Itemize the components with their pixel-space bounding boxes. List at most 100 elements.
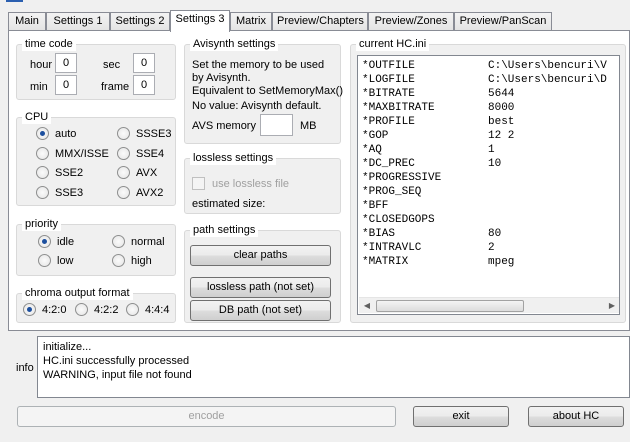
cpu-radio-mmx-isse[interactable]: MMX/ISSE: [36, 147, 109, 160]
avs-memory-label: AVS memory: [192, 120, 256, 132]
ini-value: 8000: [488, 102, 515, 114]
ini-key: *BFF: [362, 200, 389, 212]
priority-group: priority: [16, 217, 176, 276]
path-title: path settings: [190, 223, 259, 237]
ini-value: 10: [488, 158, 502, 170]
exit-button[interactable]: exit: [413, 406, 509, 427]
radio-indicator: [112, 235, 125, 248]
tab-settings-3[interactable]: Settings 3: [170, 10, 230, 32]
ini-value: C:\Users\bencuri\D: [488, 74, 607, 86]
cpu-sse3-label: SSE3: [55, 186, 84, 199]
priority-idle-label: idle: [57, 235, 75, 248]
scroll-right-icon[interactable]: ▶: [604, 298, 619, 314]
chroma-420-label: 4:2:0: [42, 303, 67, 316]
scroll-thumb[interactable]: [376, 300, 524, 312]
hour-input[interactable]: 0: [55, 53, 77, 73]
tab-matrix[interactable]: Matrix: [230, 12, 272, 31]
cpu-title: CPU: [22, 110, 52, 124]
ini-horizontal-scrollbar[interactable]: ◀ ▶: [359, 297, 619, 314]
priority-radio-idle[interactable]: idle: [38, 235, 74, 248]
radio-indicator: [75, 303, 88, 316]
ini-key: *BITRATE: [362, 88, 415, 100]
priority-radio-high[interactable]: high: [112, 254, 152, 267]
cpu-radio-sse3[interactable]: SSE3: [36, 186, 83, 199]
radio-indicator: [36, 147, 49, 160]
priority-normal-label: normal: [131, 235, 165, 248]
priority-radio-low[interactable]: low: [38, 254, 74, 267]
radio-indicator: [117, 127, 130, 140]
ini-key: *LOGFILE: [362, 74, 415, 86]
radio-indicator: [36, 127, 49, 140]
about-hc-button[interactable]: about HC: [528, 406, 624, 427]
avisynth-desc-line2: by Avisynth.: [192, 72, 251, 84]
estimated-size-label: estimated size:: [192, 198, 266, 210]
info-line: WARNING, input file not found: [43, 369, 192, 381]
encode-button[interactable]: encode: [17, 406, 396, 427]
cpu-radio-auto[interactable]: auto: [36, 127, 76, 140]
ini-title: current HC.ini: [356, 37, 430, 51]
tab-settings-1[interactable]: Settings 1: [46, 12, 110, 31]
cpu-avx-label: AVX: [136, 166, 158, 179]
info-log-box[interactable]: initialize... HC.ini successfully proces…: [37, 336, 630, 398]
tab-settings-2[interactable]: Settings 2: [110, 12, 170, 31]
avisynth-title: Avisynth settings: [190, 37, 279, 51]
cpu-auto-label: auto: [55, 127, 77, 140]
cpu-radio-ssse3[interactable]: SSSE3: [117, 127, 171, 140]
cpu-sse4-label: SSE4: [136, 147, 165, 160]
ini-key: *GOP: [362, 130, 389, 142]
ini-value: mpeg: [488, 256, 515, 268]
cpu-radio-sse2[interactable]: SSE2: [36, 166, 83, 179]
db-path-button[interactable]: DB path (not set): [190, 300, 331, 321]
ini-key: *PROFILE: [362, 116, 415, 128]
radio-indicator: [126, 303, 139, 316]
ini-key: *DC_PREC: [362, 158, 415, 170]
ini-key: *PROG_SEQ: [362, 186, 422, 198]
tab-main[interactable]: Main: [8, 12, 46, 31]
avisynth-desc-line3: Equivalent to SetMemoryMax(): [192, 85, 343, 97]
frame-label: frame: [101, 81, 130, 93]
avisynth-desc-line1: Set the memory to be used: [192, 59, 325, 71]
chroma-radio-444[interactable]: 4:4:4: [126, 303, 169, 316]
cpu-mmx-label: MMX/ISSE: [55, 147, 109, 160]
ini-key: *OUTFILE: [362, 60, 415, 72]
ini-key: *MAXBITRATE: [362, 102, 435, 114]
tab-preview-panscan[interactable]: Preview/PanScan: [454, 12, 552, 31]
tab-preview-zones[interactable]: Preview/Zones: [368, 12, 454, 31]
chroma-radio-422[interactable]: 4:2:2: [75, 303, 118, 316]
avs-memory-input[interactable]: [260, 114, 293, 136]
lossless-path-button[interactable]: lossless path (not set): [190, 277, 331, 298]
chroma-radio-420[interactable]: 4:2:0: [23, 303, 66, 316]
timecode-title: time code: [22, 37, 76, 51]
tab-preview-chapters[interactable]: Preview/Chapters: [272, 12, 368, 31]
cpu-radio-sse4[interactable]: SSE4: [117, 147, 164, 160]
min-input[interactable]: 0: [55, 75, 77, 95]
radio-indicator: [117, 166, 130, 179]
cpu-ssse3-label: SSSE3: [136, 127, 172, 140]
chroma-422-label: 4:2:2: [94, 303, 119, 316]
sec-input[interactable]: 0: [133, 53, 155, 73]
scroll-left-icon[interactable]: ◀: [359, 298, 375, 314]
radio-indicator: [38, 235, 51, 248]
min-label: min: [30, 81, 48, 93]
ini-key: *PROGRESSIVE: [362, 172, 442, 184]
ini-listbox[interactable]: *OUTFILE C:\Users\bencuri\V *LOGFILE C:\Us…: [357, 55, 620, 315]
clear-paths-button[interactable]: clear paths: [190, 245, 331, 266]
ini-key: *BIAS: [362, 228, 396, 240]
ini-key: *AQ: [362, 144, 382, 156]
cpu-radio-avx[interactable]: AVX: [117, 166, 157, 179]
info-line: HC.ini successfully processed: [43, 355, 190, 367]
priority-high-label: high: [131, 254, 152, 267]
tab-bar: Main Settings 1 Settings 2 Settings 3 Ma…: [0, 10, 630, 32]
hour-label: hour: [30, 59, 53, 71]
chroma-title: chroma output format: [22, 286, 133, 300]
priority-radio-normal[interactable]: normal: [112, 235, 165, 248]
chroma-444-label: 4:4:4: [145, 303, 170, 316]
ini-value: C:\Users\bencuri\V: [488, 60, 607, 72]
ini-key: *CLOSEDGOPS: [362, 214, 435, 226]
cpu-sse2-label: SSE2: [55, 166, 84, 179]
priority-low-label: low: [57, 254, 74, 267]
avisynth-desc-line4: No value: Avisynth default.: [192, 100, 322, 112]
cpu-radio-avx2[interactable]: AVX2: [117, 186, 163, 199]
use-lossless-checkbox[interactable]: [192, 177, 205, 190]
frame-input[interactable]: 0: [133, 75, 155, 95]
